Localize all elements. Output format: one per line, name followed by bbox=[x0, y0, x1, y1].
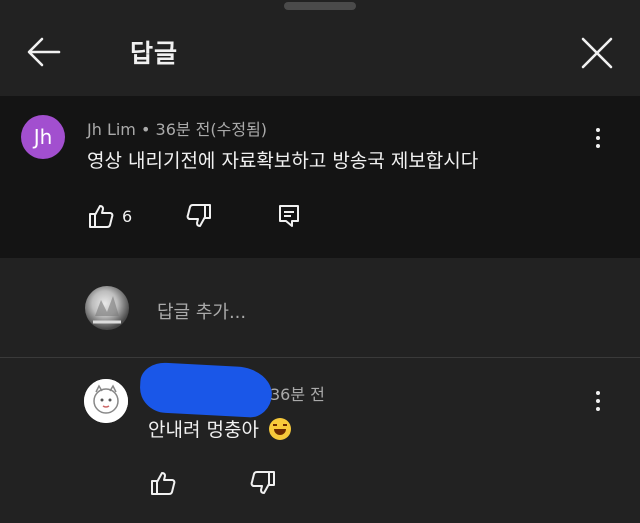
avatar[interactable] bbox=[84, 379, 128, 423]
avatar[interactable] bbox=[85, 286, 129, 330]
thumb-down-icon bbox=[186, 204, 211, 227]
page-title: 답글 bbox=[130, 39, 179, 68]
more-options-button[interactable] bbox=[586, 124, 610, 154]
close-button[interactable] bbox=[580, 36, 614, 70]
comment-text: 영상 내리기전에 자료확보하고 방송국 제보합시다 bbox=[87, 150, 479, 172]
arrow-left-icon bbox=[27, 37, 61, 67]
redacted-author-name bbox=[138, 361, 274, 419]
reply-button[interactable] bbox=[278, 204, 300, 232]
add-reply-row: 답글 추가... bbox=[0, 258, 640, 358]
reply-comment: 36분 전 안내려 멍충아 bbox=[0, 359, 640, 523]
parent-comment: Jh Jh Lim • 36분 전(수정됨) 영상 내리기전에 자료확보하고 방… bbox=[0, 96, 640, 258]
add-reply-input[interactable]: 답글 추가... bbox=[157, 298, 246, 324]
more-options-button[interactable] bbox=[586, 387, 610, 417]
like-button[interactable]: 6 bbox=[88, 204, 132, 228]
comment-text-body: 안내려 멍충아 bbox=[148, 419, 259, 441]
thumb-down-icon bbox=[250, 471, 275, 494]
comment-time: 36분 전 bbox=[270, 385, 325, 404]
dislike-button[interactable] bbox=[186, 204, 212, 232]
more-vert-icon bbox=[596, 128, 600, 132]
more-vert-icon bbox=[596, 391, 600, 395]
comment-text: 안내려 멍충아 bbox=[148, 415, 291, 442]
grinning-sweat-emoji-icon bbox=[268, 418, 291, 440]
meta-separator: • bbox=[140, 120, 151, 139]
author-name[interactable]: Jh Lim bbox=[87, 120, 136, 139]
avatar-initials: Jh bbox=[33, 125, 53, 149]
reply-icon bbox=[279, 205, 299, 227]
like-count: 6 bbox=[122, 206, 133, 226]
dislike-button[interactable] bbox=[250, 471, 276, 499]
avatar[interactable]: Jh bbox=[21, 115, 65, 159]
back-button[interactable] bbox=[26, 34, 62, 70]
like-button[interactable] bbox=[150, 471, 176, 499]
thumb-up-icon bbox=[151, 472, 176, 495]
cartoon-avatar-image bbox=[84, 379, 128, 423]
header: 답글 bbox=[0, 0, 640, 96]
comment-meta: Jh Lim • 36분 전(수정됨) bbox=[87, 116, 267, 140]
close-icon bbox=[581, 37, 613, 69]
user-avatar-image bbox=[93, 296, 121, 324]
thumb-up-icon bbox=[89, 205, 114, 228]
comment-time: 36분 전(수정됨) bbox=[155, 120, 268, 139]
